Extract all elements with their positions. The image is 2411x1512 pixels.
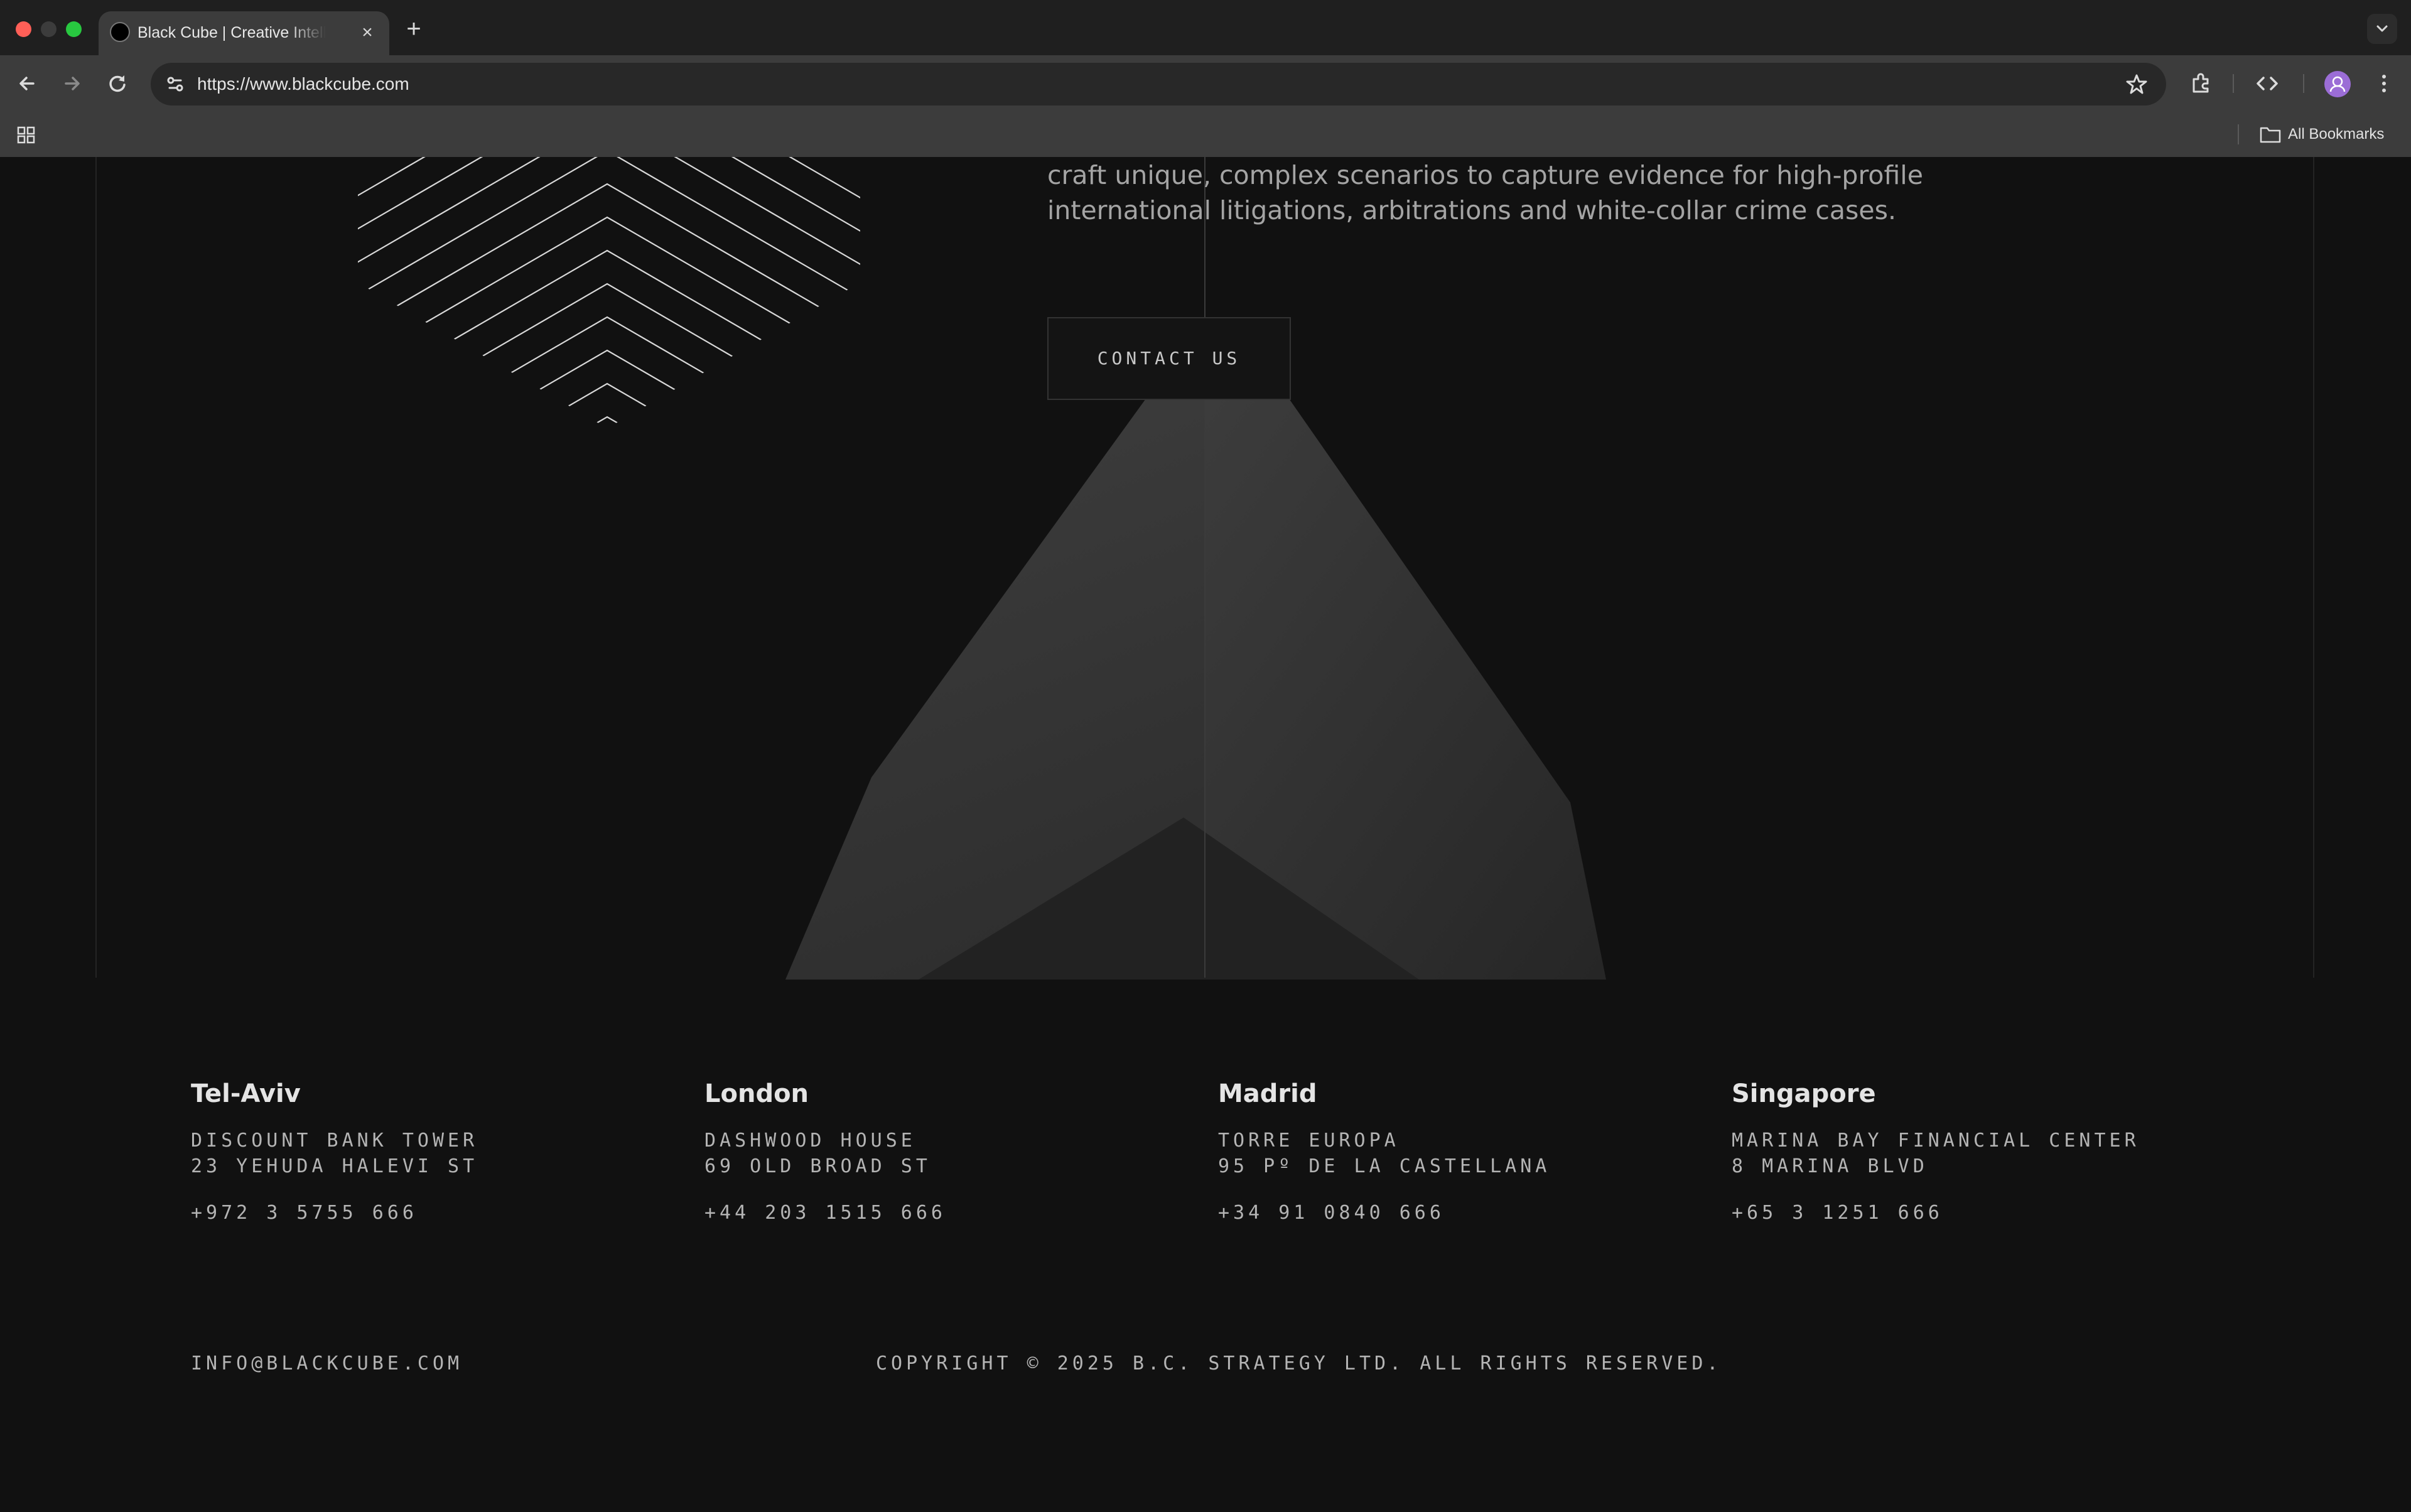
office-phone[interactable]: +972 3 5755 666 <box>191 1201 693 1226</box>
chevron-line <box>524 382 691 427</box>
site-info-icon[interactable] <box>161 70 190 99</box>
bookmark-star-icon[interactable] <box>2122 70 2151 99</box>
chrome-menu-icon[interactable] <box>2370 69 2398 98</box>
office-madrid: Madrid TORRE EUROPA 95 Pº DE LA CASTELLA… <box>1218 1075 1720 1226</box>
chevron-line <box>358 157 860 427</box>
office-london: London DASHWOOD HOUSE 69 OLD BROAD ST +4… <box>704 1075 1207 1226</box>
apps-grid-icon[interactable] <box>14 122 39 147</box>
favicon-icon <box>110 22 130 42</box>
footer-copyright: COPYRIGHT © 2025 B.C. STRATEGY LTD. ALL … <box>876 1353 1722 1374</box>
all-bookmarks-label: All Bookmarks <box>2288 126 2385 143</box>
window-minimize-button[interactable] <box>41 21 57 37</box>
office-phone[interactable]: +44 203 1515 666 <box>704 1201 1207 1226</box>
address-line: DASHWOOD HOUSE <box>704 1130 916 1152</box>
window-maximize-button[interactable] <box>66 21 82 37</box>
new-tab-button[interactable]: + <box>400 15 428 43</box>
address-line: 8 MARINA BLVD <box>1732 1155 1928 1177</box>
bookmarks-bar: All Bookmarks <box>0 112 2411 157</box>
office-address: TORRE EUROPA 95 Pº DE LA CASTELLANA <box>1218 1128 1720 1179</box>
grid-line <box>2313 157 2314 978</box>
chevron-line <box>358 157 860 427</box>
office-phone[interactable]: +65 3 1251 666 <box>1732 1201 2234 1226</box>
office-singapore: Singapore MARINA BAY FINANCIAL CENTER 8 … <box>1732 1075 2234 1226</box>
address-bar[interactable]: https://www.blackcube.com <box>151 63 2166 105</box>
bookmarks-divider <box>2238 124 2239 144</box>
tab-close-button[interactable]: × <box>355 20 380 45</box>
tab-title: Black Cube | Creative Intelligence <box>138 24 326 41</box>
office-city: Madrid <box>1218 1079 1317 1108</box>
office-phone[interactable]: +34 91 0840 666 <box>1218 1201 1720 1226</box>
devtools-icon[interactable] <box>2253 69 2282 98</box>
extensions-icon[interactable] <box>2186 69 2215 98</box>
tab-search-icon[interactable] <box>2367 14 2397 44</box>
contact-us-button[interactable]: CONTACT US <box>1047 317 1291 400</box>
address-line: 23 YEHUDA HALEVI ST <box>191 1155 478 1177</box>
reload-icon[interactable] <box>103 69 132 98</box>
chevron-line <box>466 349 748 427</box>
forward-icon[interactable] <box>58 69 87 98</box>
toolbar-divider <box>2303 74 2304 93</box>
chevron-line <box>581 416 633 427</box>
address-line: DISCOUNT BANK TOWER <box>191 1130 478 1152</box>
chevron-pattern-graphic <box>358 157 860 427</box>
cube-graphic <box>785 399 1606 980</box>
office-address: MARINA BAY FINANCIAL CENTER 8 MARINA BLV… <box>1732 1128 2234 1179</box>
chevron-line <box>358 157 860 427</box>
address-line: MARINA BAY FINANCIAL CENTER <box>1732 1130 2140 1152</box>
grid-line <box>1204 157 1206 978</box>
back-icon[interactable] <box>13 69 41 98</box>
toolbar-divider <box>2233 74 2234 93</box>
office-tel-aviv: Tel-Aviv DISCOUNT BANK TOWER 23 YEHUDA H… <box>191 1075 693 1226</box>
tab-strip: Black Cube | Creative Intelligence × + <box>0 0 2411 55</box>
window-close-button[interactable] <box>16 21 31 37</box>
browser-chrome: Black Cube | Creative Intelligence × + h… <box>0 0 2411 157</box>
page-content: diverse backgrounds, cultures, and langu… <box>0 157 2411 1512</box>
office-address: DASHWOOD HOUSE 69 OLD BROAD ST <box>704 1128 1207 1179</box>
browser-tab[interactable]: Black Cube | Creative Intelligence × <box>99 11 389 55</box>
grid-line <box>95 157 97 978</box>
folder-icon <box>2259 125 2282 144</box>
address-line: 69 OLD BROAD ST <box>704 1155 931 1177</box>
url-text[interactable]: https://www.blackcube.com <box>197 70 409 98</box>
address-line: 95 Pº DE LA CASTELLANA <box>1218 1155 1551 1177</box>
intro-paragraph: diverse backgrounds, cultures, and langu… <box>1047 160 1923 225</box>
office-city: Singapore <box>1732 1079 1876 1108</box>
address-line: TORRE EUROPA <box>1218 1130 1400 1152</box>
all-bookmarks-button[interactable]: All Bookmarks <box>2259 119 2384 149</box>
profile-avatar[interactable] <box>2324 71 2351 97</box>
footer-email-link[interactable]: INFO@BLACKCUBE.COM <box>191 1350 463 1378</box>
chevron-line <box>408 316 806 427</box>
chevron-line <box>358 157 860 427</box>
office-city: Tel-Aviv <box>191 1079 301 1108</box>
office-city: London <box>704 1079 809 1108</box>
office-address: DISCOUNT BANK TOWER 23 YEHUDA HALEVI ST <box>191 1128 693 1179</box>
